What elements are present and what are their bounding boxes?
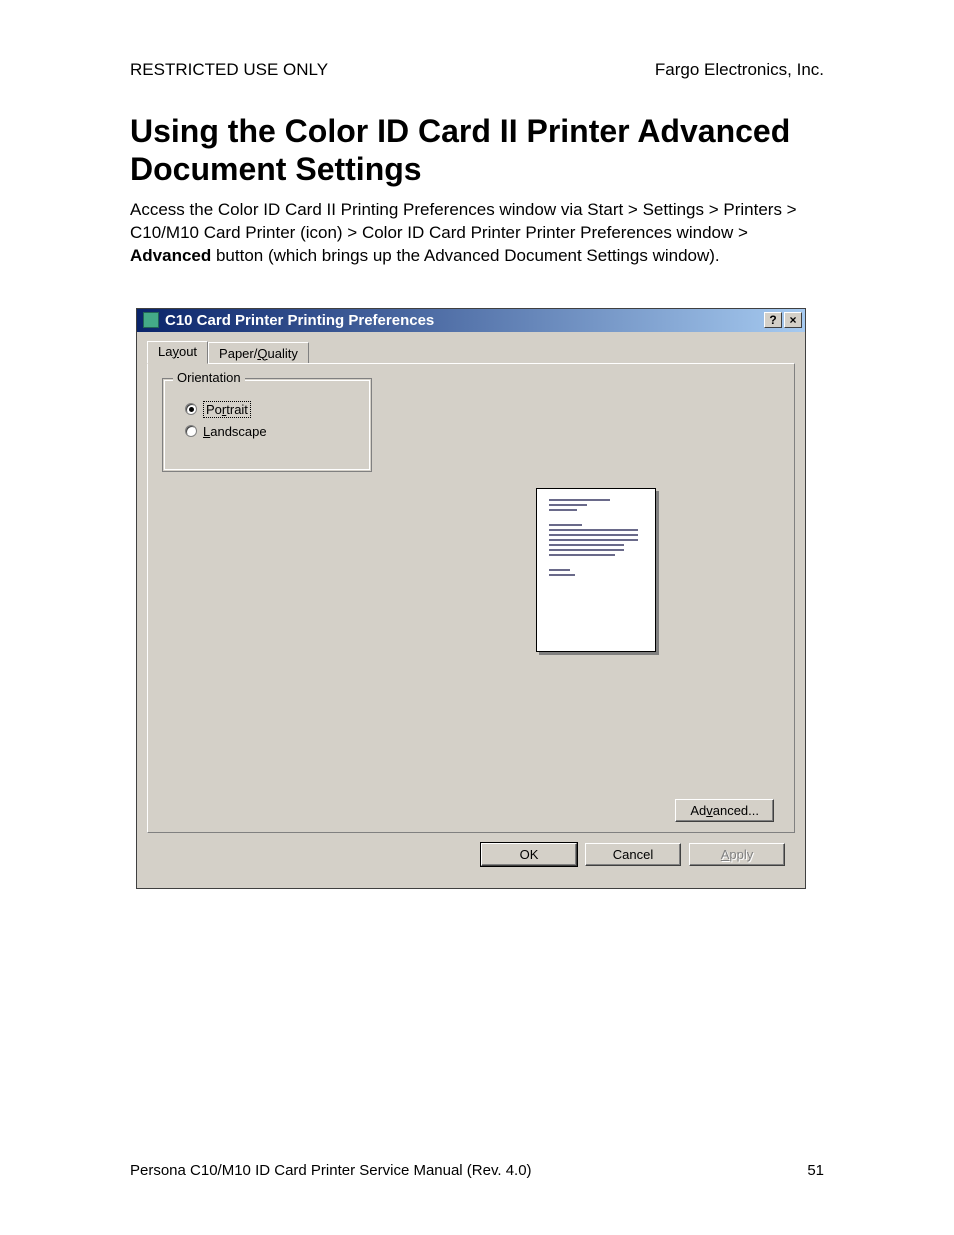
intro-text: Access the Color ID Card II Printing Pre… — [130, 199, 824, 268]
cancel-button[interactable]: Cancel — [585, 843, 681, 866]
tab-strip: Layout Paper/Quality — [147, 342, 795, 364]
apply-button[interactable]: Apply — [689, 843, 785, 866]
radio-landscape-indicator — [185, 425, 197, 437]
tab-panel-layout: Orientation Portrait Landscape — [147, 363, 795, 833]
ok-button[interactable]: OK — [481, 843, 577, 866]
page-preview-icon — [536, 488, 656, 652]
header-left: RESTRICTED USE ONLY — [130, 60, 328, 80]
page-title: Using the Color ID Card II Printer Advan… — [130, 112, 824, 189]
dialog-title: C10 Card Printer Printing Preferences — [165, 312, 434, 329]
orientation-legend: Orientation — [173, 370, 245, 385]
radio-landscape[interactable]: Landscape — [185, 424, 357, 439]
titlebar: C10 Card Printer Printing Preferences ? … — [137, 309, 805, 332]
intro-part2: button (which brings up the Advanced Doc… — [211, 246, 719, 265]
printing-preferences-dialog: C10 Card Printer Printing Preferences ? … — [136, 308, 806, 889]
printer-icon — [143, 312, 159, 328]
tab-paper-quality[interactable]: Paper/Quality — [208, 342, 309, 364]
page-number: 51 — [807, 1162, 824, 1179]
footer-text: Persona C10/M10 ID Card Printer Service … — [130, 1162, 532, 1179]
orientation-group: Orientation Portrait Landscape — [162, 378, 372, 472]
radio-portrait-indicator — [185, 403, 197, 415]
intro-part1: Access the Color ID Card II Printing Pre… — [130, 200, 797, 242]
close-button[interactable]: × — [784, 312, 802, 328]
header-right: Fargo Electronics, Inc. — [655, 60, 824, 80]
advanced-button[interactable]: Advanced... — [675, 799, 774, 822]
tab-layout[interactable]: Layout — [147, 341, 208, 364]
radio-portrait[interactable]: Portrait — [185, 401, 357, 418]
help-button[interactable]: ? — [764, 312, 782, 328]
page-preview-area — [386, 378, 780, 472]
radio-landscape-label: Landscape — [203, 424, 267, 439]
intro-bold: Advanced — [130, 246, 211, 265]
radio-portrait-label: Portrait — [203, 401, 251, 418]
